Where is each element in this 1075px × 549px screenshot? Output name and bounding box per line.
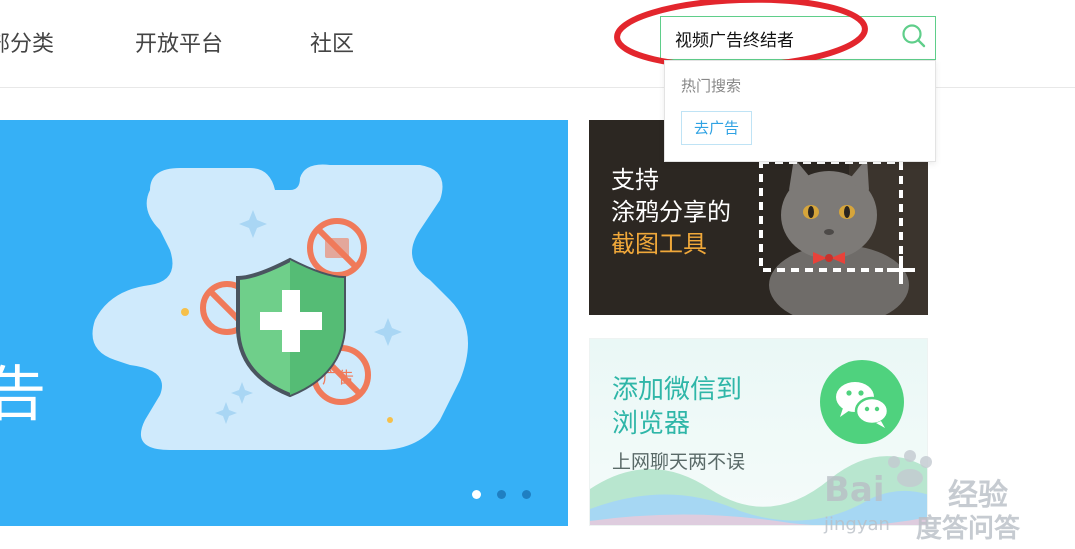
promo-text: 支持 涂鸦分享的 截图工具	[611, 164, 731, 260]
wechat-icon	[819, 359, 905, 449]
wechat-title-line-1: 添加微信到	[612, 375, 743, 405]
hot-search-label: 热门搜索	[681, 77, 742, 95]
search-box	[660, 16, 936, 60]
nav-item-open-platform[interactable]: 开放平台	[135, 26, 223, 58]
wechat-subtitle: 上网聊天两不误	[612, 451, 746, 473]
promo-highlight: 截图工具	[611, 230, 707, 258]
promo-line-1: 支持	[611, 166, 659, 194]
carousel-dot-2[interactable]	[497, 490, 506, 499]
shield-illustration: 广告	[92, 164, 468, 450]
nav-item-community[interactable]: 社区	[310, 26, 354, 58]
main-banner[interactable]: 广告 告	[0, 120, 568, 526]
nav-item-categories[interactable]: 部分类	[0, 26, 54, 58]
wechat-title: 添加微信到 浏览器	[612, 373, 742, 441]
search-button[interactable]	[893, 17, 935, 59]
promo-line-2: 涂鸦分享的	[611, 198, 731, 226]
search-icon	[901, 23, 927, 53]
watermark-brand-suffix: 经验	[948, 478, 1008, 513]
wechat-title-line-2: 浏览器	[612, 409, 691, 439]
banner-partial-text: 告	[0, 360, 46, 430]
suggestion-tag[interactable]: 去广告	[681, 111, 753, 145]
search-suggestions: 热门搜索 去广告	[664, 60, 936, 162]
carousel-dot-3[interactable]	[522, 490, 531, 499]
promo-card-wechat[interactable]: 添加微信到 浏览器 上网聊天两不误	[589, 338, 928, 526]
carousel-dots	[472, 490, 531, 499]
carousel-dot-1[interactable]	[472, 490, 481, 499]
watermark-sub-suffix: 度答问答	[916, 514, 1021, 544]
search-input[interactable]	[661, 17, 893, 59]
